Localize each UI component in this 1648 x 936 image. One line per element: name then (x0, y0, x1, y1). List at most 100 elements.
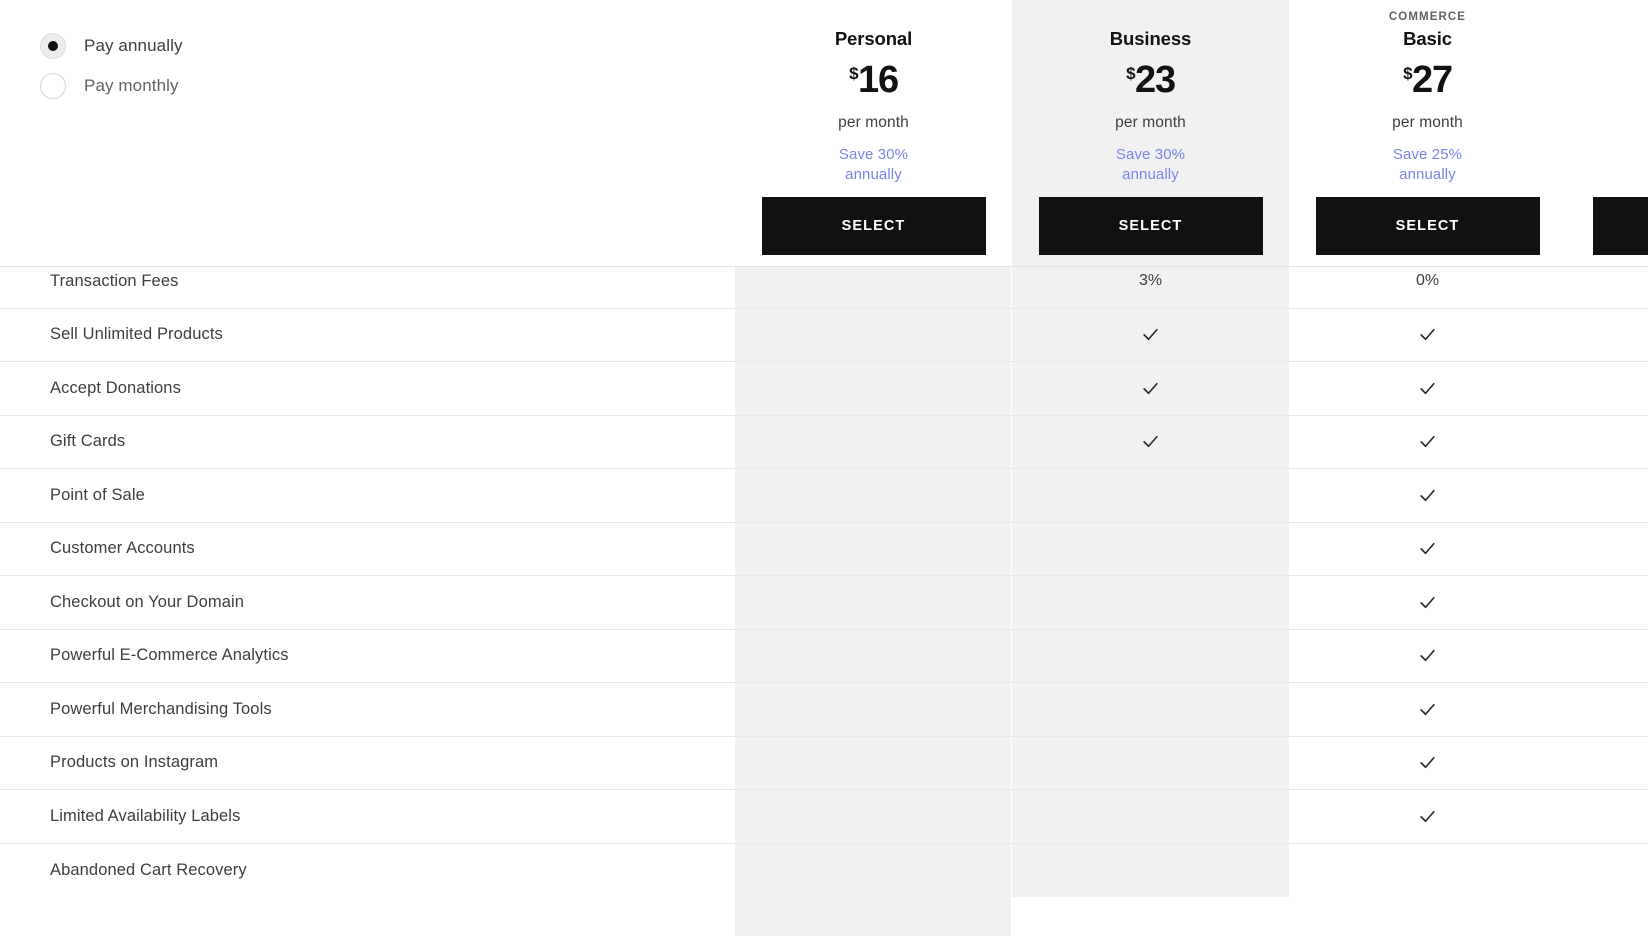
feature-value-empty (735, 416, 1012, 469)
plan-savings-commerce-basic: Save 25% annually (1393, 145, 1462, 183)
plan-savings-line2-personal: annually (845, 166, 902, 183)
plan-name-commerce-basic: Basic (1403, 29, 1452, 49)
feature-label: Gift Cards (0, 432, 735, 451)
plan-savings-line1-commerce-basic: Save 25% (1393, 146, 1462, 163)
plan-period-personal: per month (838, 114, 909, 132)
feature-label: Limited Availability Labels (0, 807, 735, 826)
feature-label: Accept Donations (0, 379, 735, 398)
check-icon (1418, 379, 1437, 398)
table-row: Checkout on Your Domain (0, 576, 1648, 630)
check-icon (1566, 309, 1648, 362)
feature-value-empty (735, 683, 1012, 736)
check-icon (1289, 469, 1566, 522)
currency-symbol: $ (1403, 65, 1412, 82)
check-icon (1289, 309, 1566, 362)
check-icon (1566, 844, 1648, 898)
plan-savings-business: Save 30% annually (1116, 145, 1185, 183)
plan-savings-personal: Save 30% annually (839, 145, 908, 183)
check-icon (1418, 807, 1437, 826)
billing-period-toggle: Pay annually Pay monthly (0, 0, 735, 266)
check-icon (1418, 646, 1437, 665)
check-icon (1289, 683, 1566, 736)
feature-value-empty (1012, 790, 1289, 843)
check-icon (1418, 700, 1437, 719)
check-icon (1012, 416, 1289, 469)
check-icon (1418, 593, 1437, 612)
billing-option-monthly[interactable]: Pay monthly (40, 66, 735, 106)
plan-column-business: Business $ 23 per month Save 30% annuall… (1012, 0, 1289, 266)
feature-value-empty (1012, 469, 1289, 522)
select-button-business[interactable]: SELECT (1039, 197, 1263, 255)
select-button-personal[interactable]: SELECT (762, 197, 986, 255)
select-button-commerce-basic[interactable]: SELECT (1316, 197, 1540, 255)
feature-value-empty (735, 309, 1012, 362)
check-icon (1566, 576, 1648, 629)
table-row: Accept Donations (0, 362, 1648, 416)
plan-eyebrow-commerce-basic: COMMERCE (1389, 12, 1466, 25)
feature-value-empty (735, 630, 1012, 683)
check-icon (1289, 523, 1566, 576)
check-icon (1012, 309, 1289, 362)
check-icon (1141, 325, 1160, 344)
feature-value-empty (735, 844, 1012, 898)
check-icon (1566, 790, 1648, 843)
plan-period-commerce-basic: per month (1392, 114, 1463, 132)
plan-name-business: Business (1110, 29, 1191, 49)
plan-column-commerce-basic: COMMERCE Basic $ 27 per month Save 25% a… (1289, 0, 1566, 266)
check-icon (1141, 379, 1160, 398)
billing-option-annually-label: Pay annually (84, 36, 183, 56)
plan-savings-line1-business: Save 30% (1116, 146, 1185, 163)
feature-value-empty (735, 576, 1012, 629)
radio-monthly-icon[interactable] (40, 73, 66, 99)
select-button-commerce-advanced[interactable]: SELECT (1593, 197, 1648, 255)
feature-value-empty (1012, 630, 1289, 683)
table-row: Abandoned Cart Recovery (0, 844, 1648, 898)
check-icon (1289, 790, 1566, 843)
feature-value-empty (1012, 737, 1289, 790)
check-icon (1566, 630, 1648, 683)
plan-name-personal: Personal (835, 29, 912, 49)
feature-value-empty (735, 737, 1012, 790)
radio-annually-icon[interactable] (40, 33, 66, 59)
plan-savings-line1-personal: Save 30% (839, 146, 908, 163)
feature-value-empty (1012, 576, 1289, 629)
check-icon (1418, 539, 1437, 558)
plan-price-amount-personal: 16 (858, 61, 898, 99)
feature-value-empty (1012, 683, 1289, 736)
plan-price-commerce-basic: $ 27 (1403, 61, 1452, 99)
feature-label: Checkout on Your Domain (0, 593, 735, 612)
check-icon (1289, 630, 1566, 683)
plan-column-commerce-advanced: COMMERCE Advanced $ 49 per month Save 24… (1566, 0, 1648, 266)
feature-label: Customer Accounts (0, 539, 735, 558)
feature-value-empty (1012, 844, 1289, 898)
table-row: Gift Cards (0, 416, 1648, 470)
plan-price-amount-business: 23 (1135, 61, 1175, 99)
billing-option-annually[interactable]: Pay annually (40, 26, 735, 66)
feature-label: Point of Sale (0, 486, 735, 505)
pricing-header: Pay annually Pay monthly Personal $ 16 p… (0, 0, 1648, 267)
check-icon (1418, 486, 1437, 505)
plan-savings-line2-commerce-basic: annually (1399, 166, 1456, 183)
check-icon (1289, 737, 1566, 790)
check-icon (1012, 362, 1289, 415)
check-icon (1289, 576, 1566, 629)
check-icon (1289, 362, 1566, 415)
table-row: Powerful E-Commerce Analytics (0, 630, 1648, 684)
feature-value-empty (735, 523, 1012, 576)
feature-label: Powerful Merchandising Tools (0, 700, 735, 719)
billing-option-monthly-label: Pay monthly (84, 76, 179, 96)
table-row: Powerful Merchandising Tools (0, 683, 1648, 737)
plan-price-amount-commerce-basic: 27 (1412, 61, 1452, 99)
feature-label: Sell Unlimited Products (0, 325, 735, 344)
feature-label: Abandoned Cart Recovery (0, 861, 735, 880)
check-icon (1418, 432, 1437, 451)
pricing-comparison-page: Transaction Fees3%0%0%Sell Unlimited Pro… (0, 0, 1648, 936)
plan-column-personal: Personal $ 16 per month Save 30% annuall… (735, 0, 1012, 266)
table-row: Customer Accounts (0, 523, 1648, 577)
check-icon (1289, 416, 1566, 469)
currency-symbol: $ (849, 65, 858, 82)
currency-symbol: $ (1126, 65, 1135, 82)
plan-period-business: per month (1115, 114, 1186, 132)
check-icon (1566, 683, 1648, 736)
table-row: Products on Instagram (0, 737, 1648, 791)
